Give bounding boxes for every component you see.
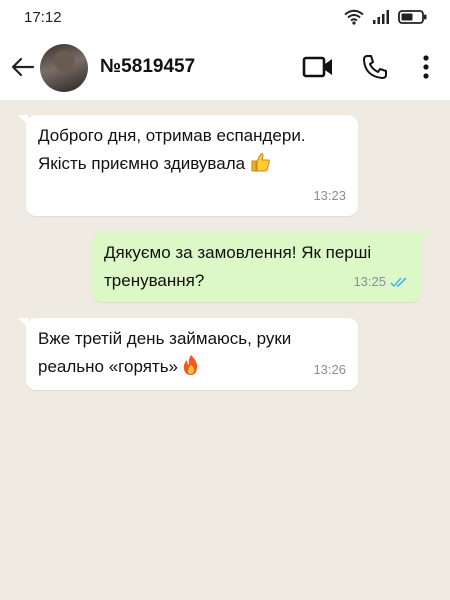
double-check-icon xyxy=(390,277,407,288)
avatar[interactable] xyxy=(40,44,88,92)
back-button[interactable] xyxy=(8,54,38,80)
more-options-button[interactable] xyxy=(414,50,438,84)
more-vert-icon xyxy=(423,55,429,79)
wifi-icon xyxy=(344,9,364,25)
arrow-left-icon xyxy=(11,57,35,77)
voice-call-button[interactable] xyxy=(358,50,392,84)
message-bubble-incoming[interactable]: Доброго дня, отримав еспандери. Якість п… xyxy=(18,115,358,216)
contact-name[interactable]: №5819457 xyxy=(100,56,195,78)
status-bar: 17:12 xyxy=(0,0,450,34)
phone-icon xyxy=(363,55,387,79)
message-meta: 13:25 xyxy=(353,268,410,296)
status-time: 17:12 xyxy=(24,8,62,26)
signal-icon xyxy=(373,10,389,24)
message-time: 13:23 xyxy=(313,188,346,203)
message-bubble-outgoing[interactable]: Дякуємо за замовлення! Як перші тренуван… xyxy=(92,232,430,302)
thumbs-up-icon xyxy=(249,151,271,182)
status-icons xyxy=(344,9,428,25)
chat-area: Доброго дня, отримав еспандери. Якість п… xyxy=(0,100,450,600)
message-time: 13:26 xyxy=(313,362,346,377)
fire-icon xyxy=(182,354,200,385)
chat-header: №5819457 xyxy=(0,34,450,100)
video-call-icon xyxy=(302,56,332,78)
battery-icon xyxy=(398,10,427,24)
video-call-button[interactable] xyxy=(300,50,336,84)
message-time: 13:25 xyxy=(353,274,386,289)
message-text: Вже третій день займаюсь, руки реально «… xyxy=(38,329,292,376)
message-bubble-incoming[interactable]: Вже третій день займаюсь, руки реально «… xyxy=(18,318,358,390)
